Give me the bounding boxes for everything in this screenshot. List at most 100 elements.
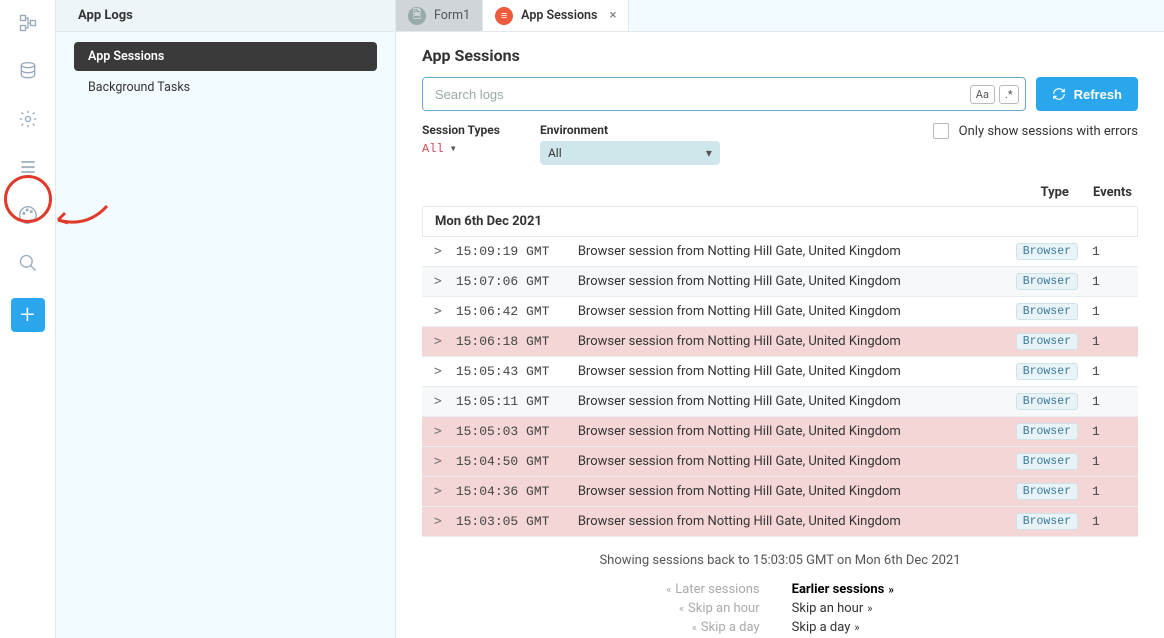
sidebar-title: App Logs	[78, 8, 133, 23]
session-types-select[interactable]: All ▾	[422, 141, 500, 156]
skip-hour-earlier-link[interactable]: Skip an hour»	[792, 601, 873, 616]
log-row[interactable]: >15:09:19 GMT Browser session from Nottin…	[422, 237, 1138, 267]
errors-only-filter[interactable]: Only show sessions with errors	[933, 123, 1138, 139]
chevron-down-icon: ▾	[450, 141, 457, 156]
log-time: 15:04:50 GMT	[456, 454, 564, 469]
log-row[interactable]: >15:06:42 GMTBrowser session from Nottin…	[422, 297, 1138, 327]
footer-note: Showing sessions back to 15:03:05 GMT on…	[422, 553, 1138, 568]
event-count: 1	[1092, 424, 1126, 439]
skip-day-earlier-link[interactable]: Skip a day»	[792, 620, 860, 635]
log-row[interactable]: >15:05:03 GMT Browser session from Nottin…	[422, 417, 1138, 447]
type-badge: Browser	[1016, 333, 1078, 350]
add-button[interactable]: +	[11, 298, 45, 332]
form-icon: 🗎	[408, 7, 426, 25]
log-row[interactable]: >15:07:06 GMTBrowser session from Nottin…	[422, 267, 1138, 297]
type-badge: Browser	[1016, 243, 1078, 260]
log-description: Browser session from Notting Hill Gate, …	[578, 514, 1002, 529]
refresh-icon	[1052, 87, 1066, 101]
pagination-earlier: Earlier sessions» Skip an hour» Skip a d…	[792, 582, 894, 638]
expand-icon[interactable]: >	[434, 454, 442, 469]
event-count: 1	[1092, 304, 1126, 319]
expand-icon[interactable]: >	[434, 334, 442, 349]
environment-select[interactable]: All ▾	[540, 141, 720, 165]
log-description: Browser session from Notting Hill Gate, …	[578, 334, 1002, 349]
log-row[interactable]: >15:06:18 GMT Browser session from Nottin…	[422, 327, 1138, 357]
log-time: 15:09:19 GMT	[456, 244, 564, 259]
expand-icon[interactable]: >	[434, 514, 442, 529]
log-row[interactable]: >15:05:11 GMTBrowser session from Nottin…	[422, 387, 1138, 417]
earlier-sessions-link[interactable]: Earlier sessions»	[792, 582, 894, 597]
type-badge: Browser	[1016, 363, 1078, 380]
log-time: 15:06:18 GMT	[456, 334, 564, 349]
environment-label: Environment	[540, 123, 720, 137]
log-description: Browser session from Notting Hill Gate, …	[578, 244, 1002, 259]
regex-toggle[interactable]: .*	[999, 85, 1019, 104]
type-badge: Browser	[1016, 393, 1078, 410]
log-row[interactable]: >15:04:50 GMT Browser session from Nottin…	[422, 447, 1138, 477]
tab-label: App Sessions	[521, 8, 597, 23]
event-count: 1	[1092, 274, 1126, 289]
log-rows: >15:09:19 GMT Browser session from Nottin…	[422, 237, 1138, 537]
expand-icon[interactable]: >	[434, 364, 442, 379]
event-count: 1	[1092, 334, 1126, 349]
main-panel: 🗎Form1≡App Sessions× App Sessions Aa .* …	[396, 0, 1164, 638]
search-icon[interactable]	[15, 250, 41, 276]
type-badge: Browser	[1016, 513, 1078, 530]
pagination-later: «Later sessions «Skip an hour «Skip a da…	[666, 582, 760, 638]
filters-row: Session Types All ▾ Environment All ▾ On…	[422, 123, 1138, 165]
log-time: 15:05:03 GMT	[456, 424, 564, 439]
icon-sidebar: +	[0, 0, 56, 638]
content-area: App Sessions Aa .* Refresh Session Types…	[396, 32, 1164, 638]
sidebar-item[interactable]: App Sessions	[74, 42, 377, 71]
logs-icon[interactable]	[15, 154, 41, 180]
skip-hour-later-link[interactable]: «Skip an hour	[679, 601, 760, 616]
event-count: 1	[1092, 364, 1126, 379]
type-badge: Browser	[1016, 273, 1078, 290]
type-badge: Browser	[1016, 423, 1078, 440]
later-sessions-link[interactable]: «Later sessions	[666, 582, 760, 597]
tree-icon[interactable]	[15, 10, 41, 36]
expand-icon[interactable]: >	[434, 424, 442, 439]
search-input[interactable]	[423, 78, 964, 110]
errors-only-checkbox[interactable]	[933, 123, 949, 139]
log-time: 15:04:36 GMT	[456, 484, 564, 499]
event-count: 1	[1092, 244, 1126, 259]
search-options: Aa .*	[964, 78, 1025, 110]
log-description: Browser session from Notting Hill Gate, …	[578, 424, 1002, 439]
errors-only-label: Only show sessions with errors	[959, 124, 1138, 139]
log-row[interactable]: >15:03:05 GMT Browser session from Nottin…	[422, 507, 1138, 537]
gear-icon[interactable]	[15, 106, 41, 132]
search-row: Aa .* Refresh	[422, 77, 1138, 111]
event-count: 1	[1092, 394, 1126, 409]
expand-icon[interactable]: >	[434, 394, 442, 409]
case-toggle[interactable]: Aa	[970, 85, 995, 104]
tab[interactable]: ≡App Sessions×	[483, 0, 629, 31]
expand-icon[interactable]: >	[434, 244, 442, 259]
sidebar-item[interactable]: Background Tasks	[74, 73, 377, 102]
expand-icon[interactable]: >	[434, 274, 442, 289]
session-types-value: All	[422, 142, 444, 156]
skip-day-later-link[interactable]: «Skip a day	[692, 620, 760, 635]
event-count: 1	[1092, 454, 1126, 469]
type-badge: Browser	[1016, 483, 1078, 500]
event-count: 1	[1092, 484, 1126, 499]
log-description: Browser session from Notting Hill Gate, …	[578, 274, 1002, 289]
log-time: 15:05:43 GMT	[456, 364, 564, 379]
col-events: Events	[1093, 185, 1132, 200]
palette-icon[interactable]	[15, 202, 41, 228]
log-row[interactable]: >15:04:36 GMTBrowser session from Nottin…	[422, 477, 1138, 507]
search-wrap: Aa .*	[422, 77, 1026, 111]
col-type: Type	[1041, 185, 1069, 200]
tab[interactable]: 🗎 Form1	[396, 0, 483, 31]
log-time: 15:03:05 GMT	[456, 514, 564, 529]
log-description: Browser session from Notting Hill Gate, …	[578, 454, 1002, 469]
environment-value: All	[548, 146, 562, 160]
close-icon[interactable]: ×	[609, 8, 616, 23]
expand-icon[interactable]: >	[434, 304, 442, 319]
log-row[interactable]: >15:05:43 GMTBrowser session from Nottin…	[422, 357, 1138, 387]
expand-icon[interactable]: >	[434, 484, 442, 499]
refresh-button[interactable]: Refresh	[1036, 77, 1138, 111]
tab-label: Form1	[434, 8, 470, 23]
tabs-row: 🗎Form1≡App Sessions×	[396, 0, 1164, 32]
database-icon[interactable]	[15, 58, 41, 84]
